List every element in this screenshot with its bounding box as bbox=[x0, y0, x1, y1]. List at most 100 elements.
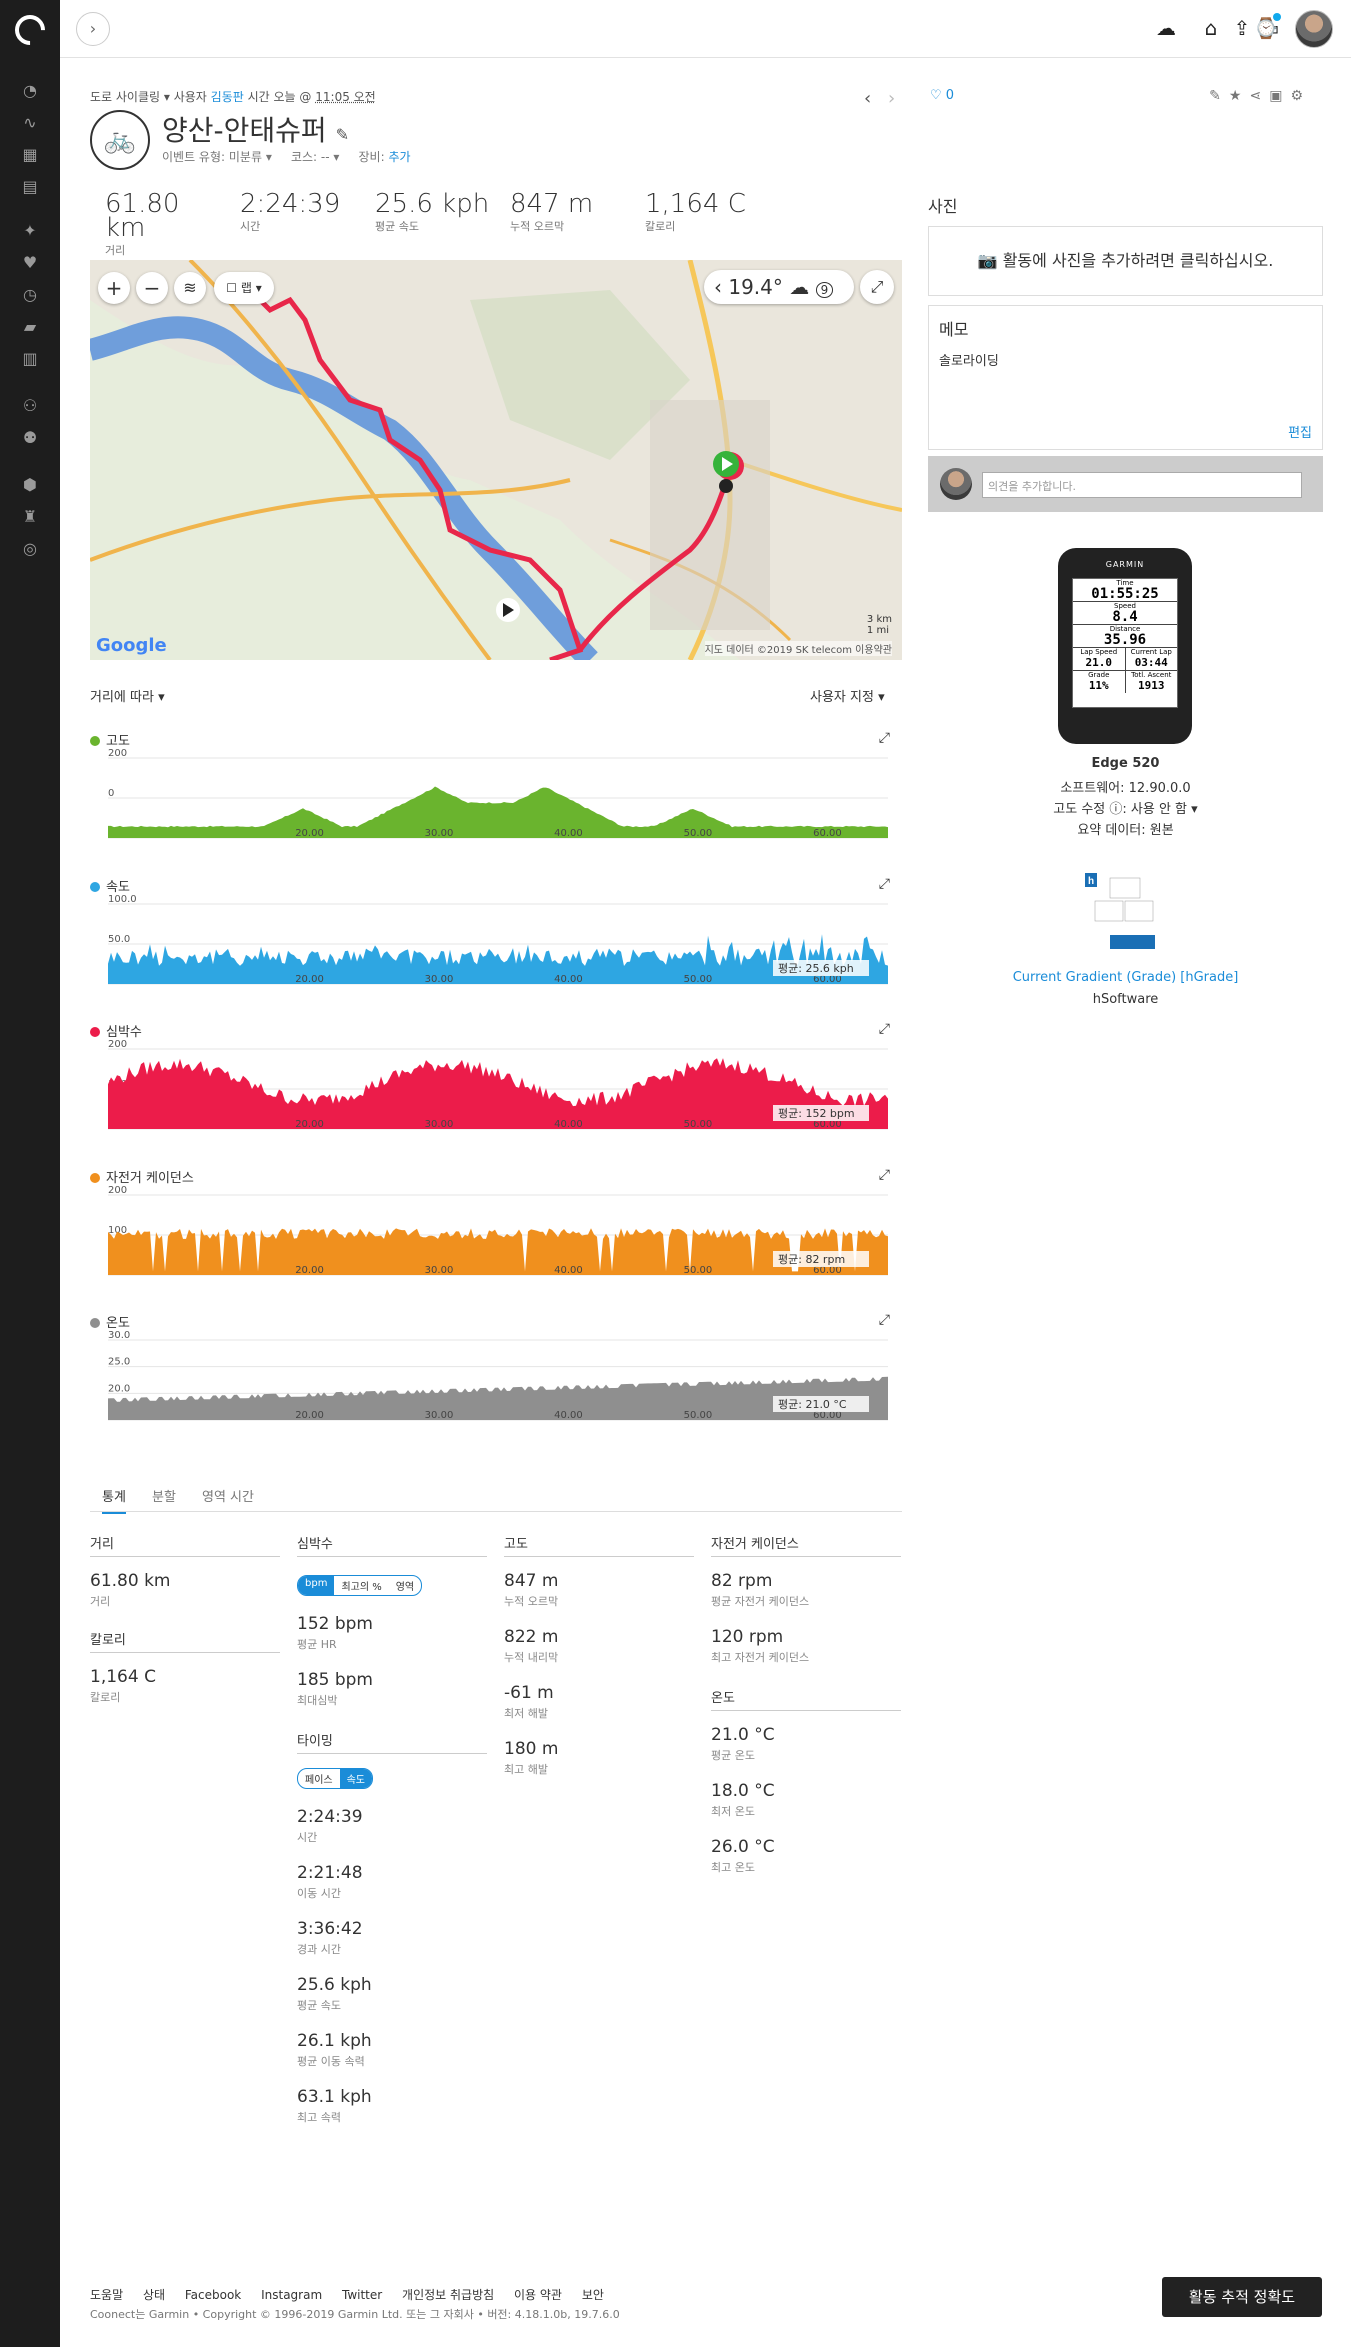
zoom-in-button[interactable]: + bbox=[98, 272, 130, 304]
chart-area bbox=[108, 786, 888, 838]
chart-expand-icon[interactable]: ⤢ bbox=[879, 1312, 890, 1328]
footer-link[interactable]: Twitter bbox=[342, 2288, 382, 2302]
custom-dropdown[interactable]: 사용자 지정 ▾ bbox=[810, 686, 885, 705]
tab-stats[interactable]: 통계 bbox=[102, 1486, 126, 1514]
prev-activity-icon[interactable]: ‹ bbox=[864, 88, 871, 109]
share-icon[interactable]: ⋖ bbox=[1249, 88, 1269, 104]
speed-chart[interactable]: 100.050.00.020.0030.0040.0050.0060.00평균:… bbox=[90, 894, 890, 1004]
pace-speed-toggle[interactable]: 페이스 속도 bbox=[297, 1768, 374, 1789]
activity-map[interactable]: + − ≋ ☐ 랩 ▾ ‹ 19.4° ☁ 9 ⤢ Google 3 km 1 m… bbox=[90, 260, 902, 660]
fitness-icon[interactable]: ✦ bbox=[16, 220, 44, 242]
activity-accuracy-button[interactable]: 활동 추적 정확도 bbox=[1162, 2277, 1322, 2317]
section-header: 자전거 케이던스 bbox=[711, 1533, 901, 1557]
footer-link[interactable]: 보안 bbox=[582, 2288, 604, 2302]
comment-input[interactable]: 의견을 추가합니다. bbox=[982, 472, 1302, 498]
activity-type[interactable]: 도로 사이클링 bbox=[90, 90, 160, 104]
section-header: 칼로리 bbox=[90, 1629, 280, 1653]
connect-iq-app-icon[interactable]: h bbox=[1085, 873, 1167, 955]
next-activity-icon[interactable]: › bbox=[888, 88, 895, 109]
y-tick-label: 200 bbox=[108, 748, 127, 759]
hr-unit-toggle[interactable]: bpm 최고의 % 영역 bbox=[297, 1575, 423, 1596]
chart-expand-icon[interactable]: ⤢ bbox=[879, 730, 890, 746]
stats-elevation: 고도 847 m 누적 오르막 822 m 누적 내리막 -61 m 최저 해발 18… bbox=[504, 1533, 694, 1795]
add-photo-area[interactable]: 📷 활동에 사진을 추가하려면 클릭하십시오. bbox=[928, 226, 1323, 296]
camera-icon: 📷 bbox=[977, 251, 998, 270]
x-tick-label: 40.00 bbox=[554, 828, 583, 839]
connections-icon[interactable]: ⚇ bbox=[16, 395, 44, 417]
footer-link[interactable]: 도움말 bbox=[90, 2288, 123, 2302]
stats-heart-rate: 심박수 bpm 최고의 % 영역 152 bpm 평균 HR 185 bpm 최대심박 … bbox=[297, 1533, 487, 2143]
summary-stats: 61.80 km 거리 2:24:39 시간 25.6 kph 평균 속도 847 m… bbox=[90, 189, 910, 257]
chart-expand-icon[interactable]: ⤢ bbox=[879, 876, 890, 892]
chart-expand-icon[interactable]: ⤢ bbox=[879, 1021, 890, 1037]
layers-icon[interactable]: ≋ bbox=[174, 272, 206, 304]
section-header: 타이밍 bbox=[297, 1730, 487, 1754]
groups-icon[interactable]: ⚉ bbox=[16, 427, 44, 449]
trophy-icon[interactable]: ♜ bbox=[16, 506, 44, 528]
memo-edit-link[interactable]: 편집 bbox=[1288, 422, 1312, 441]
page-title[interactable]: 양산-안태슈퍼 ✎ bbox=[162, 109, 349, 149]
fullscreen-icon[interactable]: ⤢ bbox=[860, 270, 894, 304]
chart-expand-icon[interactable]: ⤢ bbox=[879, 1167, 890, 1183]
expand-icon[interactable]: › bbox=[76, 12, 110, 46]
like-button[interactable]: ♡ 0 bbox=[930, 88, 954, 103]
activity-time[interactable]: 11:05 오전 bbox=[315, 90, 375, 104]
legend-dot bbox=[90, 736, 100, 746]
heart-rate-chart[interactable]: 20015010020.0030.0040.0050.0060.00평균: 15… bbox=[90, 1039, 890, 1149]
map-credit[interactable]: 지도 데이터 ©2019 SK telecom 이용약관 bbox=[704, 641, 892, 656]
news-icon[interactable]: ▤ bbox=[16, 176, 44, 198]
tab-splits[interactable]: 분할 bbox=[152, 1486, 176, 1505]
lock-icon[interactable]: ▣ bbox=[1269, 88, 1290, 104]
chart-title: 자전거 케이던스 bbox=[106, 1171, 194, 1186]
edit-icon[interactable]: ✎ bbox=[1209, 88, 1229, 104]
connect-logo[interactable] bbox=[8, 8, 52, 52]
footer-link[interactable]: 상태 bbox=[143, 2288, 165, 2302]
comment-bar: 의견을 추가합니다. bbox=[928, 456, 1323, 512]
footer-link[interactable]: Facebook bbox=[185, 2288, 241, 2302]
x-tick-label: 30.00 bbox=[425, 1410, 454, 1421]
footer-link[interactable]: 이용 약관 bbox=[514, 2288, 562, 2302]
course-dropdown[interactable]: -- bbox=[321, 150, 330, 164]
laps-toggle[interactable]: ☐ 랩 ▾ bbox=[214, 272, 274, 304]
star-icon[interactable]: ★ bbox=[1229, 88, 1250, 104]
activities-icon[interactable]: ∿ bbox=[16, 112, 44, 134]
event-type-dropdown[interactable]: 미분류 bbox=[229, 150, 262, 164]
chart-temperature: 온도 ⤢ 30.025.020.015.020.0030.0040.0050.0… bbox=[90, 1312, 890, 1440]
calendar-icon[interactable]: ▦ bbox=[16, 144, 44, 166]
avatar[interactable] bbox=[1295, 10, 1333, 48]
chart-title: 고도 bbox=[106, 734, 130, 749]
timer-icon[interactable]: ◷ bbox=[16, 284, 44, 306]
device-sync-icon[interactable]: ⌂ bbox=[1198, 16, 1224, 42]
elevation-correction[interactable]: 고도 수정 ⓘ: 사용 안 함 ▾ bbox=[928, 798, 1323, 817]
weather-widget[interactable]: ‹ 19.4° ☁ 9 bbox=[704, 270, 854, 304]
reports-icon[interactable]: ▥ bbox=[16, 348, 44, 370]
x-axis-dropdown[interactable]: 거리에 따라 ▾ bbox=[90, 686, 165, 705]
user-link[interactable]: 김동판 bbox=[211, 90, 244, 104]
tab-zones[interactable]: 영역 시간 bbox=[202, 1486, 254, 1505]
elevation-chart[interactable]: 2000-20020.0030.0040.0050.0060.00 bbox=[90, 748, 890, 858]
cadence-chart[interactable]: 200100020.0030.0040.0050.0060.00평균: 82 r… bbox=[90, 1185, 890, 1295]
summary-stat: 61.80 km 거리 bbox=[105, 189, 180, 257]
upload-icon-2[interactable]: ☁ bbox=[1153, 16, 1179, 42]
footer-link[interactable]: 개인정보 취급방침 bbox=[402, 2288, 494, 2302]
target-icon[interactable]: ◎ bbox=[16, 538, 44, 560]
summary-stat: 25.6 kph 평균 속도 bbox=[375, 189, 490, 233]
x-tick-label: 60.00 bbox=[813, 828, 842, 839]
temperature-chart[interactable]: 30.025.020.015.020.0030.0040.0050.0060.0… bbox=[90, 1330, 890, 1440]
upload-icon[interactable]: ⇪ bbox=[1229, 16, 1255, 42]
dashboard-icon[interactable]: ◔ bbox=[16, 80, 44, 102]
app-link[interactable]: Current Gradient (Grade) [hGrade] bbox=[928, 970, 1323, 985]
gear-icon[interactable]: ⚙ bbox=[1290, 88, 1311, 104]
x-tick-label: 20.00 bbox=[295, 1119, 324, 1130]
device-screen: Time 01:55:25 Speed 8.4 Distance 35.96 Lap … bbox=[1072, 578, 1178, 708]
zoom-out-button[interactable]: − bbox=[136, 272, 168, 304]
badges-icon[interactable]: ⬢ bbox=[16, 474, 44, 496]
edit-pencil-icon: ✎ bbox=[335, 125, 349, 144]
shoe-icon[interactable]: ▰ bbox=[16, 316, 44, 338]
add-gear-link[interactable]: 추가 bbox=[388, 150, 410, 164]
legend-dot bbox=[90, 882, 100, 892]
health-icon[interactable]: ♥ bbox=[16, 252, 44, 274]
footer-link[interactable]: Instagram bbox=[261, 2288, 322, 2302]
chart-cadence: 자전거 케이던스 ⤢ 200100020.0030.0040.0050.0060… bbox=[90, 1167, 890, 1295]
stats-cadence: 자전거 케이던스 82 rpm 평균 자전거 케이던스 120 rpm 최고 자전거… bbox=[711, 1533, 901, 1893]
